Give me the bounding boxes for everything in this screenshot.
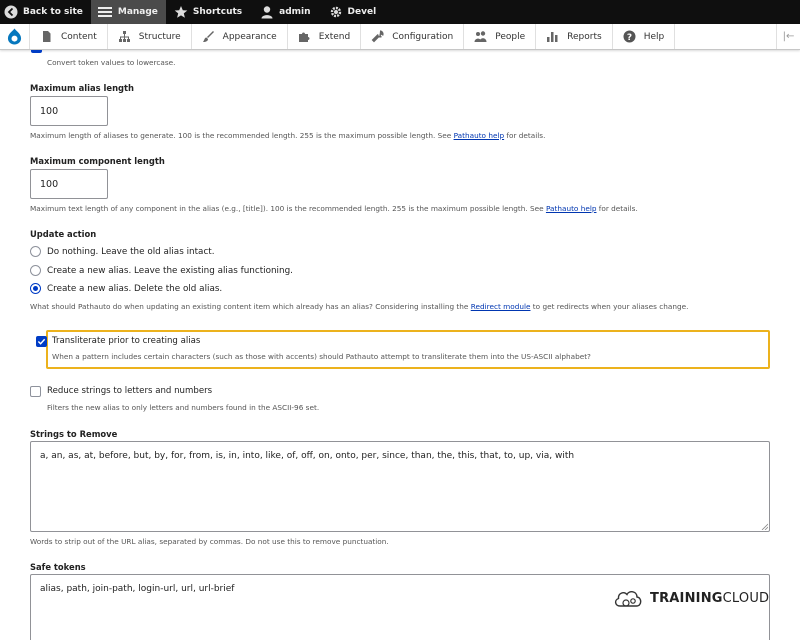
reduce-strings-checkbox[interactable]: [30, 386, 41, 397]
puzzle-icon: [298, 30, 311, 43]
tray-orientation-toggle[interactable]: |←: [776, 24, 800, 49]
tray-item-extend[interactable]: Extend: [288, 24, 362, 49]
tray-item-structure[interactable]: Structure: [108, 24, 192, 49]
update-action-description: What should Pathauto do when updating an…: [30, 302, 688, 311]
paintbrush-icon: [202, 30, 215, 43]
transliterate-description: When a pattern includes certain characte…: [52, 352, 591, 361]
strings-to-remove-textarea[interactable]: a, an, as, at, before, but, by, for, fro…: [30, 441, 770, 532]
lowercase-checkbox-partial[interactable]: [31, 50, 42, 53]
user-icon: [260, 5, 274, 19]
collapse-arrow-icon: |←: [782, 31, 795, 42]
radio-button-selected[interactable]: [30, 283, 41, 294]
transliterate-checkbox[interactable]: [36, 336, 47, 347]
resize-handle-icon[interactable]: [761, 523, 768, 530]
back-to-site-link[interactable]: Back to site: [0, 0, 91, 24]
checkmark-icon: [37, 338, 46, 345]
tray-item-label: Reports: [567, 31, 602, 42]
max-component-length-description: Maximum text length of any component in …: [30, 204, 638, 213]
max-component-length-label: Maximum component length: [30, 156, 165, 166]
manage-label: Manage: [117, 7, 158, 17]
watermark-rest: CLOUD: [722, 590, 770, 606]
admin-toolbar: Back to site Manage Shortcuts admin Deve…: [0, 0, 800, 24]
description-text: Maximum text length of any component in …: [30, 204, 546, 213]
update-action-option-do-nothing[interactable]: Do nothing. Leave the old alias intact.: [30, 246, 215, 257]
bar-chart-icon: [546, 30, 559, 43]
max-component-length-value: 100: [40, 178, 59, 190]
tray-item-help[interactable]: ? Help: [613, 24, 676, 49]
tray-item-people[interactable]: People: [464, 24, 537, 49]
devel-tab[interactable]: Devel: [319, 0, 385, 24]
star-icon: [174, 5, 188, 19]
radio-button[interactable]: [30, 246, 41, 257]
pathauto-help-link[interactable]: Pathauto help: [546, 204, 597, 213]
max-alias-length-label: Maximum alias length: [30, 83, 135, 93]
radio-label: Create a new alias. Leave the existing a…: [47, 265, 293, 276]
max-alias-length-input[interactable]: 100: [30, 96, 108, 126]
tray-item-label: Content: [61, 31, 97, 42]
description-text: What should Pathauto do when updating an…: [30, 302, 471, 311]
hamburger-menu-icon: [97, 5, 113, 19]
safe-tokens-label: Safe tokens: [30, 562, 86, 572]
update-action-option-leave-existing[interactable]: Create a new alias. Leave the existing a…: [30, 265, 293, 276]
pathauto-settings-form: Convert token values to lowercase. Maxim…: [0, 50, 800, 640]
back-to-site-label: Back to site: [23, 7, 83, 17]
document-icon: [40, 30, 53, 43]
drupal-logo-icon[interactable]: [0, 24, 30, 49]
tray-item-label: Configuration: [392, 31, 454, 42]
transliterate-label[interactable]: Transliterate prior to creating alias: [52, 336, 200, 346]
shortcuts-tab[interactable]: Shortcuts: [166, 0, 250, 24]
shortcuts-label: Shortcuts: [192, 7, 243, 17]
tray-item-configuration[interactable]: Configuration: [361, 24, 465, 49]
description-text: for details.: [596, 204, 638, 213]
tray-item-label: Appearance: [222, 31, 277, 42]
max-alias-length-description: Maximum length of aliases to generate. 1…: [30, 131, 545, 140]
cloud-logo-icon: [614, 591, 642, 607]
svg-text:?: ?: [627, 33, 632, 43]
redirect-module-link[interactable]: Redirect module: [471, 302, 531, 311]
tray-item-appearance[interactable]: Appearance: [192, 24, 288, 49]
description-text: Maximum length of aliases to generate. 1…: [30, 131, 454, 140]
radio-label: Do nothing. Leave the old alias intact.: [47, 246, 215, 257]
admin-menu-tray: Content Structure Appearance Extend Conf…: [0, 24, 800, 50]
update-action-option-delete-old[interactable]: Create a new alias. Delete the old alias…: [30, 283, 222, 294]
pathauto-help-link[interactable]: Pathauto help: [454, 131, 505, 140]
description-text: for details.: [504, 131, 546, 140]
wrench-icon: [371, 30, 384, 43]
lowercase-description: Convert token values to lowercase.: [47, 58, 176, 67]
trainingcloud-watermark: TRAININGCLOUD: [612, 586, 769, 610]
reduce-strings-label[interactable]: Reduce strings to letters and numbers: [47, 386, 212, 396]
gear-icon: [329, 5, 343, 19]
tray-item-reports[interactable]: Reports: [536, 24, 613, 49]
help-circle-icon: ?: [623, 30, 636, 43]
watermark-text: TRAININGCLOUD: [650, 591, 769, 606]
tray-item-label: Extend: [318, 31, 351, 42]
strings-to-remove-value: a, an, as, at, before, but, by, for, fro…: [40, 451, 575, 461]
description-text: to get redirects when your aliases chang…: [530, 302, 689, 311]
manage-tab[interactable]: Manage: [90, 0, 166, 24]
strings-to-remove-label: Strings to Remove: [30, 429, 118, 439]
radio-label: Create a new alias. Delete the old alias…: [47, 283, 223, 294]
back-arrow-icon: [4, 5, 18, 19]
sitemap-icon: [118, 30, 131, 43]
people-icon: [474, 30, 487, 43]
safe-tokens-value: alias, path, join-path, login-url, url, …: [40, 584, 235, 594]
tray-item-label: Help: [643, 31, 665, 42]
watermark-bold: TRAINING: [650, 590, 723, 606]
tray-item-content[interactable]: Content: [30, 24, 108, 49]
user-tab[interactable]: admin: [250, 0, 318, 24]
reduce-strings-description: Filters the new alias to only letters an…: [47, 403, 320, 412]
strings-to-remove-description: Words to strip out of the URL alias, sep…: [30, 537, 389, 546]
devel-label: Devel: [347, 7, 377, 17]
radio-button[interactable]: [30, 265, 41, 276]
max-alias-length-value: 100: [40, 105, 59, 117]
tray-item-label: People: [495, 31, 526, 42]
tray-spacer: [675, 24, 776, 49]
update-action-label: Update action: [30, 229, 97, 239]
user-label: admin: [279, 7, 311, 17]
max-component-length-input[interactable]: 100: [30, 169, 108, 199]
tray-item-label: Structure: [138, 31, 181, 42]
